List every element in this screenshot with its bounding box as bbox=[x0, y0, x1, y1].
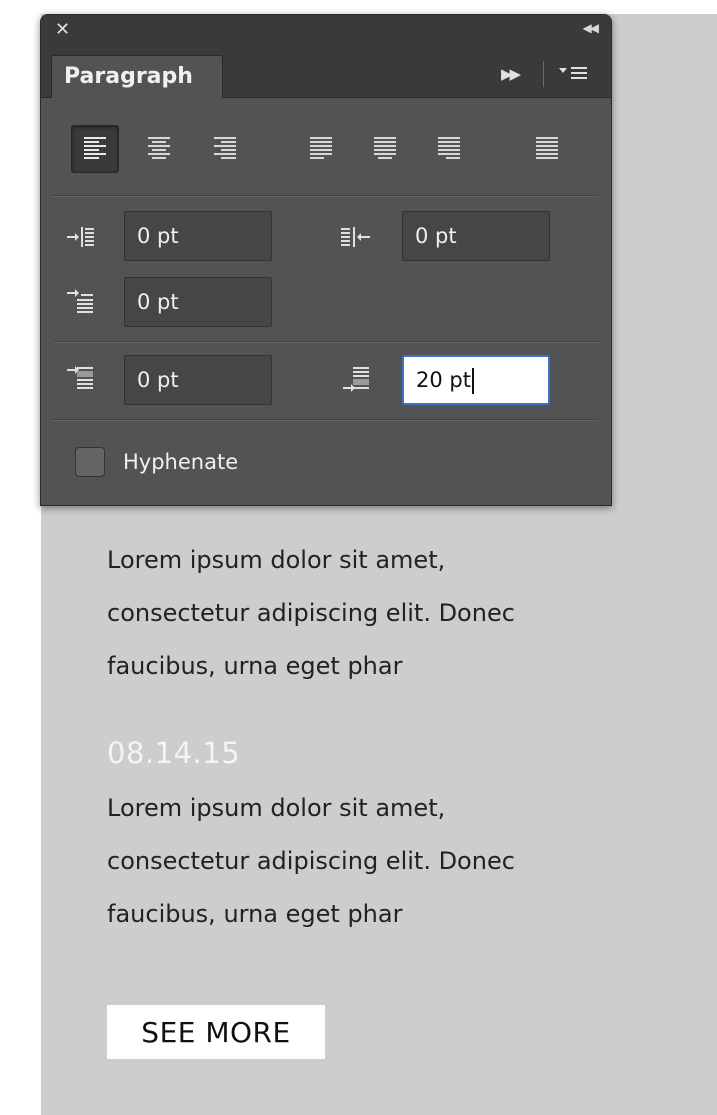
space-after-icon bbox=[333, 361, 379, 397]
close-icon[interactable]: ✕ bbox=[55, 18, 70, 42]
see-more-button[interactable]: SEE MORE bbox=[107, 1005, 325, 1059]
indent-right-icon bbox=[333, 219, 379, 255]
tab-divider bbox=[543, 61, 544, 87]
justify-all-button[interactable] bbox=[523, 125, 571, 173]
expand-panel-icon[interactable]: ▶▶ bbox=[501, 65, 521, 83]
indent-right-field[interactable]: 0 pt bbox=[402, 211, 550, 261]
section-divider bbox=[53, 195, 599, 197]
space-before-field[interactable]: 0 pt bbox=[124, 355, 272, 405]
entry-body-line: Lorem ipsum dolor sit amet, bbox=[107, 794, 446, 822]
space-after-field[interactable]: 20 pt bbox=[402, 355, 550, 405]
panel-tab-row: Paragraph ▶▶ bbox=[41, 51, 611, 98]
panel-menu-icon[interactable] bbox=[553, 59, 597, 87]
collapse-panel-icon[interactable]: ◀◀ bbox=[583, 21, 600, 35]
hyphenate-checkbox[interactable] bbox=[75, 447, 105, 477]
indent-first-line-icon bbox=[57, 283, 103, 319]
entry-body: Lorem ipsum dolor sit amet, consectetur … bbox=[107, 782, 667, 941]
space-before-icon bbox=[57, 361, 103, 397]
indent-left-icon bbox=[57, 219, 103, 255]
entry-body-line: faucibus, urna eget phar bbox=[107, 900, 403, 928]
section-divider bbox=[53, 341, 599, 343]
justify-last-center-button[interactable] bbox=[361, 125, 409, 173]
justify-last-center-icon bbox=[374, 137, 396, 159]
align-right-icon bbox=[214, 137, 236, 159]
entry-body: Lorem ipsum dolor sit amet, consectetur … bbox=[107, 534, 667, 693]
entry-body-line: consectetur adipiscing elit. Donec bbox=[107, 599, 515, 627]
panel-titlebar: ✕ ◀◀ bbox=[41, 15, 611, 52]
entry-body-line: faucibus, urna eget phar bbox=[107, 652, 403, 680]
text-caret bbox=[471, 368, 474, 394]
justify-last-left-icon bbox=[310, 137, 332, 159]
entry-body-line: Lorem ipsum dolor sit amet, bbox=[107, 546, 446, 574]
entry-body-line: consectetur adipiscing elit. Donec bbox=[107, 847, 515, 875]
align-left-button[interactable] bbox=[71, 125, 119, 173]
alignment-buttons bbox=[41, 115, 611, 183]
align-left-icon bbox=[84, 137, 106, 159]
align-center-button[interactable] bbox=[135, 125, 183, 173]
space-after-value: 20 pt bbox=[416, 368, 471, 392]
justify-all-icon bbox=[536, 137, 558, 159]
indent-left-field[interactable]: 0 pt bbox=[124, 211, 272, 261]
tab-paragraph[interactable]: Paragraph bbox=[51, 55, 223, 98]
indent-first-line-field[interactable]: 0 pt bbox=[124, 277, 272, 327]
align-center-icon bbox=[148, 137, 170, 159]
justify-last-right-icon bbox=[438, 137, 460, 159]
paragraph-panel: ✕ ◀◀ Paragraph ▶▶ 0 pt 0 pt 0 pt 0 pt 20… bbox=[40, 14, 612, 506]
hyphenate-label: Hyphenate bbox=[123, 450, 239, 474]
section-divider bbox=[53, 419, 599, 421]
align-right-button[interactable] bbox=[201, 125, 249, 173]
justify-last-right-button[interactable] bbox=[425, 125, 473, 173]
justify-last-left-button[interactable] bbox=[297, 125, 345, 173]
entry-date: 08.14.15 bbox=[107, 736, 241, 770]
